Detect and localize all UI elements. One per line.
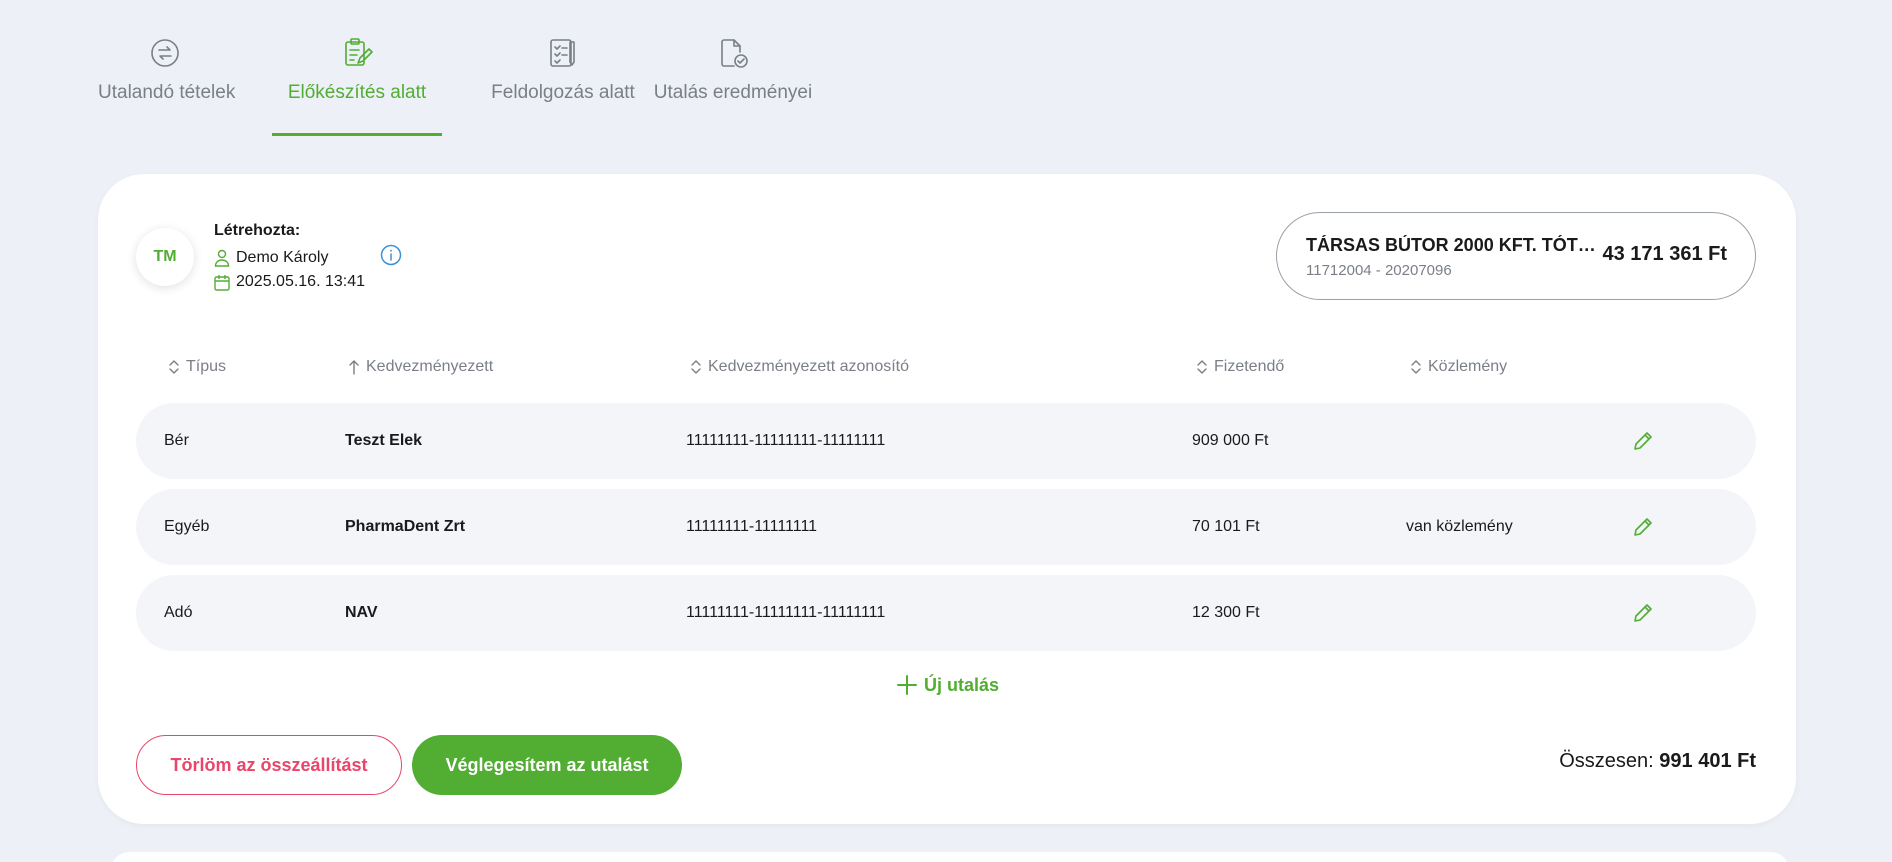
- table-header: Típus Kedvezményezett Kedvezményezett az…: [98, 354, 1796, 384]
- column-header-label: Fizetendő: [1214, 358, 1285, 375]
- cell-beneficiary: Teszt Elek: [345, 432, 423, 449]
- cell-beneficiary-id: 11111111-11111111-11111111: [686, 604, 886, 621]
- new-transfer-label: Új utalás: [924, 674, 1000, 695]
- column-header-azonosito[interactable]: Kedvezményezett azonosító: [690, 358, 909, 376]
- edit-pencil-icon[interactable]: [1632, 516, 1654, 538]
- sort-ascending-icon: [349, 360, 359, 375]
- creator-date-row: 2025.05.16. 13:41: [214, 270, 365, 294]
- next-batch-card: [110, 852, 1790, 862]
- total-label: Összesen:: [1559, 750, 1654, 772]
- delete-batch-button[interactable]: Törlöm az összeállítást: [136, 735, 402, 795]
- transfer-icon: [151, 39, 179, 67]
- creator-datetime: 2025.05.16. 13:41: [236, 273, 366, 290]
- account-selector[interactable]: TÁRSAS BÚTOR 2000 KFT. TÓTH... 11712004 …: [1276, 212, 1756, 300]
- cell-type: Adó: [164, 604, 193, 621]
- clipboard-edit-icon: [345, 38, 373, 66]
- tab-label: Utalandó tételek: [98, 82, 236, 103]
- table-row[interactable]: Bér Teszt Elek 11111111-11111111-1111111…: [136, 403, 1756, 479]
- tab-label: Utalás eredményei: [653, 82, 813, 103]
- creator-title: Létrehozta:: [214, 222, 301, 239]
- calendar-icon: [214, 274, 230, 291]
- transfer-batch-card: TM Létrehozta: Demo Károly 2025.05.16. 1…: [98, 174, 1796, 824]
- column-header-fizetendo[interactable]: Fizetendő: [1196, 358, 1284, 376]
- avatar: TM: [136, 228, 194, 286]
- tab-label: Feldolgozás alatt: [491, 82, 635, 103]
- tab-bar: Utalandó tételek Előkészítés alatt Feldo…: [98, 30, 818, 136]
- column-header-kozlemeny[interactable]: Közlemény: [1410, 358, 1507, 376]
- cell-amount: 12 300 Ft: [1192, 604, 1260, 621]
- column-header-kedvezmenyezett[interactable]: Kedvezményezett: [348, 358, 493, 376]
- column-header-label: Közlemény: [1428, 358, 1508, 375]
- creator-info: Létrehozta: Demo Károly 2025.05.16. 13:4…: [214, 222, 365, 294]
- edit-pencil-icon[interactable]: [1632, 430, 1654, 452]
- column-header-tipus[interactable]: Típus: [168, 358, 226, 376]
- checklist-icon: [550, 39, 575, 67]
- document-check-icon: [721, 39, 748, 68]
- tab-feldolgozas-alatt[interactable]: Feldolgozás alatt: [460, 30, 666, 136]
- new-transfer-button[interactable]: Új utalás: [896, 674, 999, 696]
- column-header-label: Kedvezményezett azonosító: [708, 358, 910, 375]
- tab-label: Előkészítés alatt: [287, 82, 427, 103]
- creator-name-row: Demo Károly: [214, 246, 365, 270]
- table-row[interactable]: Egyéb PharmaDent Zrt 11111111-11111111 7…: [136, 489, 1756, 565]
- cell-type: Bér: [164, 432, 189, 449]
- column-header-label: Típus: [186, 358, 227, 375]
- table-row[interactable]: Adó NAV 11111111-11111111-11111111 12 30…: [136, 575, 1756, 651]
- finalize-transfer-button[interactable]: Véglegesítem az utalást: [412, 735, 682, 795]
- sort-icon: [1197, 360, 1207, 374]
- cell-note: van közlemény: [1406, 518, 1513, 535]
- tab-utalas-eredmenyei[interactable]: Utalás eredményei: [638, 30, 828, 136]
- cell-amount: 70 101 Ft: [1192, 518, 1260, 535]
- info-icon[interactable]: [380, 244, 402, 266]
- user-icon: [214, 249, 230, 267]
- cell-beneficiary-id: 11111111-11111111: [686, 518, 818, 535]
- cell-amount: 909 000 Ft: [1192, 432, 1269, 449]
- total-summary: Összesen: 991 401 Ft: [1559, 750, 1756, 773]
- plus-icon: [897, 675, 917, 695]
- creator-name: Demo Károly: [236, 249, 329, 266]
- total-value: 991 401 Ft: [1659, 750, 1756, 772]
- tab-utalando-tetelek[interactable]: Utalandó tételek: [98, 30, 236, 136]
- edit-pencil-icon[interactable]: [1632, 602, 1654, 624]
- cell-beneficiary: PharmaDent Zrt: [345, 518, 466, 535]
- account-name: TÁRSAS BÚTOR 2000 KFT. TÓTH...: [1306, 235, 1596, 255]
- sort-icon: [1411, 360, 1421, 374]
- sort-icon: [169, 360, 179, 374]
- cell-type: Egyéb: [164, 518, 210, 535]
- sort-icon: [691, 360, 701, 374]
- cell-beneficiary-id: 11111111-11111111-11111111: [686, 432, 886, 449]
- account-balance: 43 171 361 Ft: [1602, 243, 1727, 265]
- column-header-label: Kedvezményezett: [366, 358, 494, 375]
- tab-elokeszites-alatt[interactable]: Előkészítés alatt: [272, 30, 442, 136]
- cell-beneficiary: NAV: [345, 604, 378, 621]
